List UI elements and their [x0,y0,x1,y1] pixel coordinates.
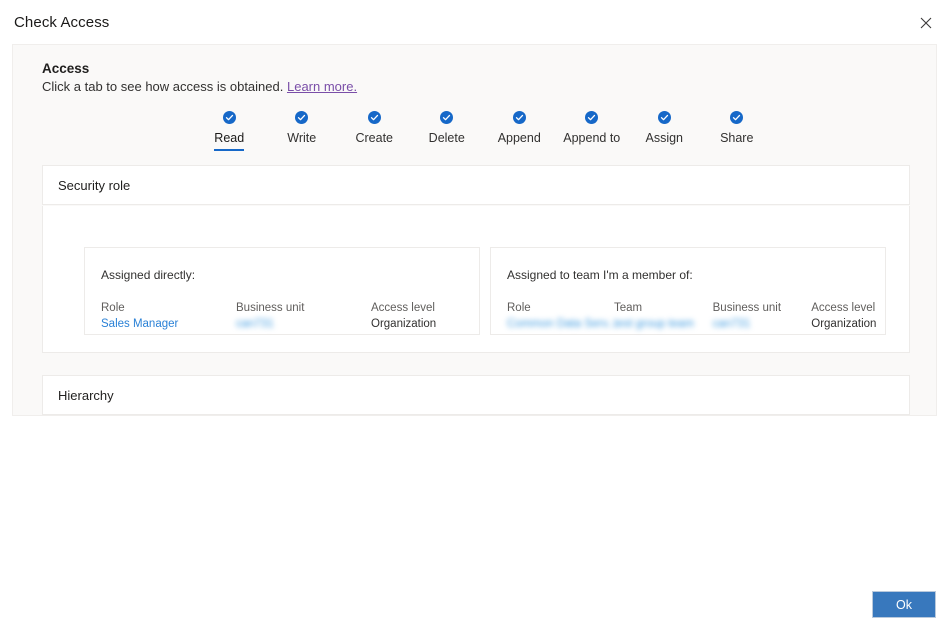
access-panel: Access Click a tab to see how access is … [12,44,937,416]
check-circle-icon [512,111,526,131]
field-value-team-access-level: Organization [811,318,877,330]
assignment-cards: Assigned directly: Role Sales Manager Bu… [43,206,911,353]
field-label-role: Role [101,302,125,314]
check-access-dialog: Check Access Access Click a tab to see h… [0,0,949,628]
check-circle-icon [295,111,309,131]
field-team: Team test group team [614,301,713,331]
field-label-team-role: Role [507,302,531,314]
tab-label: Delete [428,131,465,145]
tab-delete[interactable]: Delete [411,111,484,151]
field-value-team-business-unit[interactable]: can731 [713,317,812,331]
section-body-security-role: Assigned directly: Role Sales Manager Bu… [42,206,910,353]
tab-label: Share [720,131,754,145]
check-circle-icon [440,111,454,131]
tab-label: Append [497,131,541,145]
field-label-team: Team [614,302,643,314]
field-value-role[interactable]: Sales Manager [101,317,236,331]
tab-label: Append to [563,131,621,145]
check-circle-icon [730,111,744,131]
privilege-tabs: Read Write Create Delete Append Append to Assi… [193,111,773,157]
tab-append[interactable]: Append [483,111,556,151]
section-title-hierarchy: Hierarchy [58,387,114,403]
field-label-team-access-level: Access level [811,302,876,314]
tab-create[interactable]: Create [338,111,411,151]
assigned-to-team-card: Assigned to team I'm a member of: Role C… [490,247,886,335]
check-circle-icon [222,111,236,131]
tab-share[interactable]: Share [701,111,774,151]
check-circle-icon [367,111,381,131]
tab-append-to[interactable]: Append to [556,111,629,151]
panel-subtitle: Click a tab to see how access is obtaine… [42,79,357,94]
field-team-role: Role Common Data Serv... [507,301,617,331]
tab-read[interactable]: Read [193,111,266,151]
section-title-security-role: Security role [58,177,131,193]
field-team-access-level: Access level Organization [811,301,885,331]
field-value-business-unit[interactable]: can731 [236,317,371,331]
check-circle-icon [585,111,599,131]
assigned-to-team-fields: Role Common Data Serv... Team test group… [507,301,885,331]
close-icon[interactable] [911,10,941,36]
section-header-hierarchy[interactable]: Hierarchy [42,375,910,415]
field-value-team-role[interactable]: Common Data Serv... [507,317,617,331]
field-value-team[interactable]: test group team [614,317,713,331]
dialog-title: Check Access [14,14,110,31]
tab-label: Read [214,131,245,151]
tab-label: Assign [645,131,684,145]
field-business-unit: Business unit can731 [236,301,371,331]
tab-label: Write [287,131,317,145]
assigned-to-team-caption: Assigned to team I'm a member of: [507,268,693,282]
field-team-business-unit: Business unit can731 [713,301,812,331]
tab-assign[interactable]: Assign [628,111,701,151]
field-value-access-level: Organization [371,318,437,330]
field-role: Role Sales Manager [101,301,236,331]
tab-write[interactable]: Write [266,111,339,151]
assigned-directly-card: Assigned directly: Role Sales Manager Bu… [84,247,480,335]
field-access-level: Access level Organization [371,301,471,331]
dialog-titlebar: Check Access [0,0,949,46]
field-label-team-business-unit: Business unit [712,302,782,314]
tab-label: Create [355,131,394,145]
ok-button[interactable]: Ok [872,591,936,618]
field-label-access-level: Access level [371,302,435,314]
assigned-directly-caption: Assigned directly: [101,268,196,282]
subtitle-text: Click a tab to see how access is obtaine… [42,79,284,94]
assigned-directly-fields: Role Sales Manager Business unit can731 … [101,301,479,331]
field-label-business-unit: Business unit [236,302,305,314]
check-circle-icon [657,111,671,131]
learn-more-link[interactable]: Learn more. [287,79,357,94]
page-title: Access [42,61,90,76]
section-header-security-role[interactable]: Security role [42,165,910,205]
